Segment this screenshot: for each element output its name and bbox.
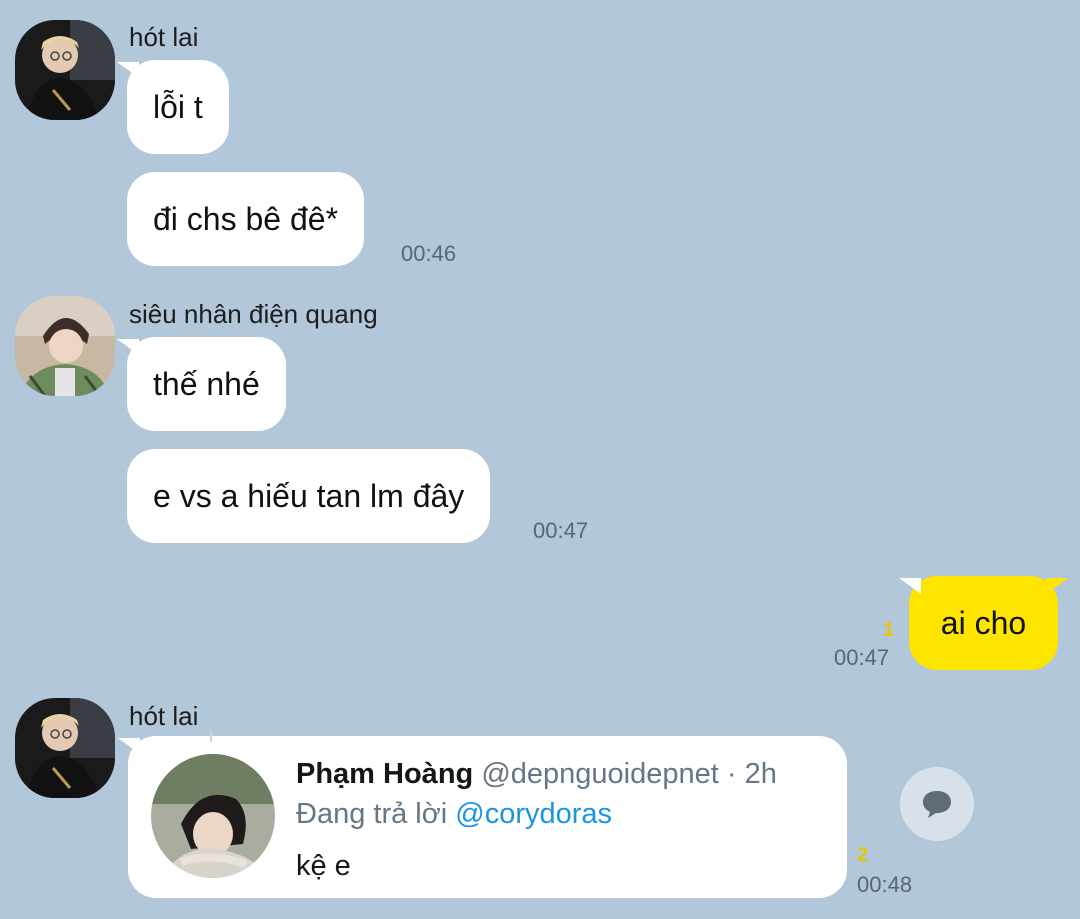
thread-line (210, 730, 212, 742)
tweet-card[interactable]: Phạm Hoàng @depnguoidepnet · 2h Đang trả… (118, 730, 847, 898)
message-bubble[interactable]: lỗi t (117, 60, 229, 154)
unread-count: 2 (857, 844, 869, 866)
tweet-author-name[interactable]: Phạm Hoàng (296, 758, 473, 790)
my-message-bubble[interactable]: ai cho (899, 576, 1068, 670)
message-time: 00:46 (401, 241, 457, 266)
message-text: ai cho (940, 604, 1027, 641)
tweet-author-handle: @depnguoidepnet · 2h (481, 758, 777, 790)
sender-name: siêu nhân điện quang (129, 299, 378, 329)
message-text: thế nhé (153, 365, 260, 402)
message-text: e vs a hiếu tan lm đây (153, 477, 465, 514)
tweet-text: kệ e (296, 850, 351, 882)
replying-label: Đang trả lời (296, 798, 456, 830)
message-time: 00:47 (533, 518, 589, 543)
avatar-hot-lai[interactable] (15, 698, 115, 798)
message-text: lỗi t (153, 88, 203, 125)
speech-bubble-icon (923, 791, 951, 818)
tweet-header: Phạm Hoàng @depnguoidepnet · 2h (296, 758, 777, 791)
tweet-author-avatar[interactable] (151, 754, 275, 878)
tweet-replying-to: Đang trả lời @corydoras (296, 798, 612, 831)
message-time: 00:48 (857, 872, 913, 897)
message-time: 00:47 (834, 645, 890, 670)
unread-count: 1 (883, 619, 895, 641)
message-bubble[interactable]: e vs a hiếu tan lm đây (127, 449, 491, 543)
reply-button[interactable] (900, 767, 974, 841)
sender-name: hót lai (129, 701, 199, 731)
message-text: đi chs bê đê* (153, 200, 339, 237)
message-bubble[interactable]: đi chs bê đê* (127, 172, 365, 266)
avatar-sieu-nhan-dien-quang[interactable] (15, 296, 115, 396)
avatar-hot-lai[interactable] (15, 20, 115, 120)
mention-link[interactable]: @corydoras (455, 798, 612, 830)
message-bubble[interactable]: thế nhé (117, 337, 286, 431)
sender-name: hót lai (129, 22, 199, 52)
